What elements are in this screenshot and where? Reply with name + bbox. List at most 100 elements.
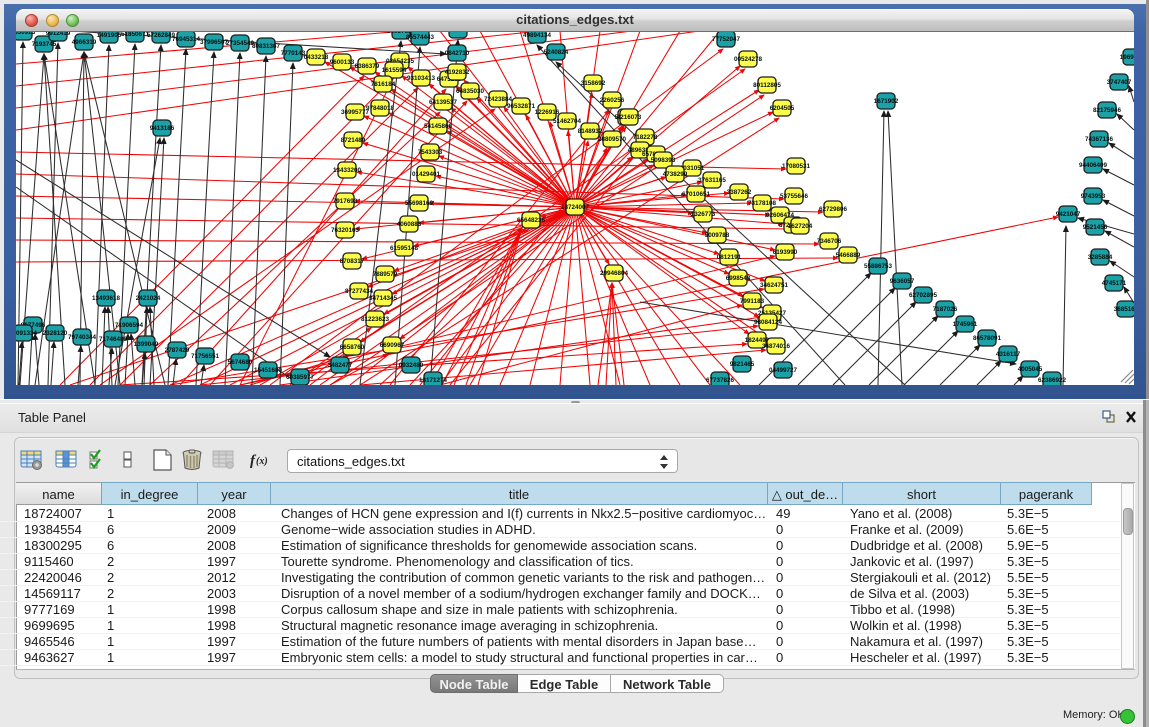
svg-text:8721489: 8721489 (341, 137, 366, 144)
svg-text:98084124: 98084124 (754, 319, 783, 326)
svg-text:5466889: 5466889 (836, 252, 861, 259)
svg-text:9421047: 9421047 (1056, 211, 1081, 218)
svg-text:7991183: 7991183 (740, 298, 765, 305)
svg-text:7346706: 7346706 (817, 238, 842, 245)
svg-text:65648236: 65648236 (517, 217, 546, 224)
svg-text:1399049: 1399049 (134, 341, 159, 348)
svg-text:01429401: 01429401 (412, 171, 441, 178)
svg-text:0842710: 0842710 (445, 50, 470, 57)
svg-text:8148932: 8148932 (578, 128, 603, 135)
svg-text:2328120: 2328120 (43, 330, 68, 337)
svg-text:36995777: 36995777 (341, 109, 370, 116)
svg-text:7543303: 7543303 (418, 149, 443, 156)
svg-text:51462704: 51462704 (553, 118, 582, 125)
svg-text:7187026: 7187026 (933, 306, 958, 313)
svg-text:0433218: 0433218 (304, 54, 329, 61)
svg-text:7917693: 7917693 (333, 198, 358, 205)
svg-text:4316117: 4316117 (996, 351, 1021, 358)
svg-text:72423884: 72423884 (484, 96, 513, 103)
svg-text:86578091: 86578091 (973, 335, 1002, 342)
svg-text:00524278: 00524278 (734, 56, 763, 63)
svg-text:67010651: 67010651 (682, 191, 711, 198)
svg-text:6204505: 6204505 (770, 105, 795, 112)
svg-text:37996507: 37996507 (200, 39, 229, 46)
svg-text:7193745: 7193745 (32, 41, 57, 48)
svg-text:04499727: 04499727 (769, 367, 798, 374)
svg-text:1326773: 1326773 (691, 211, 716, 218)
svg-text:71906594: 71906594 (115, 322, 144, 329)
svg-text:55886753: 55886753 (864, 263, 893, 270)
svg-text:8708317: 8708317 (340, 258, 365, 265)
svg-text:4966319: 4966319 (72, 39, 97, 46)
svg-text:34874016: 34874016 (762, 343, 791, 350)
svg-text:62729806: 62729806 (819, 206, 848, 213)
svg-text:73178108: 73178108 (748, 200, 777, 207)
svg-text:51850671: 51850671 (121, 31, 150, 38)
svg-text:99091334: 99091334 (16, 330, 37, 337)
svg-text:9743953: 9743953 (1081, 193, 1106, 200)
svg-text:80831367: 80831367 (252, 43, 281, 50)
svg-text:80112805: 80112805 (753, 82, 781, 89)
svg-text:6998543: 6998543 (726, 275, 751, 282)
svg-text:64835030: 64835030 (456, 88, 485, 95)
svg-text:0812191: 0812191 (717, 254, 742, 261)
svg-text:2787429: 2787429 (165, 347, 190, 354)
svg-text:28809570: 28809570 (598, 136, 627, 143)
svg-text:9521456: 9521456 (1083, 224, 1108, 231)
svg-text:1745961: 1745961 (953, 321, 978, 328)
svg-text:85574443: 85574443 (406, 34, 435, 41)
svg-text:49894134: 49894134 (523, 32, 552, 39)
svg-text:4745171: 4745171 (1102, 280, 1127, 287)
svg-text:71746488: 71746488 (99, 336, 128, 343)
svg-text:87277434: 87277434 (345, 288, 374, 295)
svg-text:6690967: 6690967 (380, 342, 405, 349)
svg-text:7816184: 7816184 (371, 81, 396, 88)
svg-text:18724007: 18724007 (561, 204, 590, 211)
svg-text:7889579: 7889579 (373, 271, 398, 278)
svg-text:77752047: 77752047 (712, 36, 741, 43)
svg-text:3747407: 3747407 (1107, 79, 1132, 86)
svg-text:76320163: 76320163 (331, 227, 360, 234)
svg-text:81223623: 81223623 (361, 316, 390, 323)
svg-text:13171274: 13171274 (419, 377, 448, 384)
svg-text:4005045: 4005045 (1018, 366, 1043, 373)
svg-text:96532871: 96532871 (507, 103, 536, 110)
svg-text:1671902: 1671902 (874, 98, 899, 105)
svg-text:8386379: 8386379 (355, 63, 380, 70)
svg-text:2260256: 2260256 (600, 97, 625, 104)
svg-text:4192832: 4192832 (445, 69, 470, 76)
svg-text:5098393: 5098393 (651, 157, 676, 164)
svg-text:1615594: 1615594 (382, 67, 407, 74)
svg-text:(x): (x) (256, 456, 268, 467)
svg-text:62702895: 62702895 (909, 292, 938, 299)
svg-text:3482477: 3482477 (328, 362, 353, 369)
svg-text:5674680: 5674680 (228, 359, 253, 366)
svg-text:62386922: 62386922 (1038, 377, 1067, 384)
svg-text:9413186: 9413186 (150, 125, 175, 132)
svg-text:55698169: 55698169 (405, 200, 434, 207)
svg-text:27354549: 27354549 (226, 40, 255, 47)
svg-text:74367136: 74367136 (1085, 136, 1114, 143)
svg-text:9636057: 9636057 (890, 278, 915, 285)
svg-text:1491905: 1491905 (97, 32, 122, 39)
svg-text:4738299: 4738299 (663, 171, 688, 178)
svg-text:4216073: 4216073 (617, 114, 642, 121)
svg-text:0932480: 0932480 (399, 362, 424, 369)
svg-text:7182278: 7182278 (633, 134, 658, 141)
svg-text:97848018: 97848018 (366, 105, 395, 112)
svg-text:7770143: 7770143 (281, 50, 306, 57)
svg-text:37631165: 37631165 (698, 177, 726, 184)
svg-text:15451680: 15451680 (254, 367, 283, 374)
svg-text:3685160: 3685160 (1114, 306, 1134, 313)
svg-text:3158692: 3158692 (581, 80, 606, 87)
svg-text:94406409: 94406409 (1079, 162, 1108, 169)
svg-text:64139537: 64139537 (429, 99, 458, 106)
svg-text:13433200: 13433200 (333, 167, 362, 174)
svg-text:4060883: 4060883 (397, 221, 422, 228)
svg-text:6658760: 6658760 (340, 344, 365, 351)
svg-text:1627204: 1627204 (788, 223, 813, 230)
svg-text:5009788: 5009788 (705, 232, 730, 239)
svg-text:9821465: 9821465 (730, 361, 755, 368)
svg-text:82175946: 82175946 (1093, 107, 1122, 114)
svg-text:67737826: 67737826 (706, 377, 735, 384)
